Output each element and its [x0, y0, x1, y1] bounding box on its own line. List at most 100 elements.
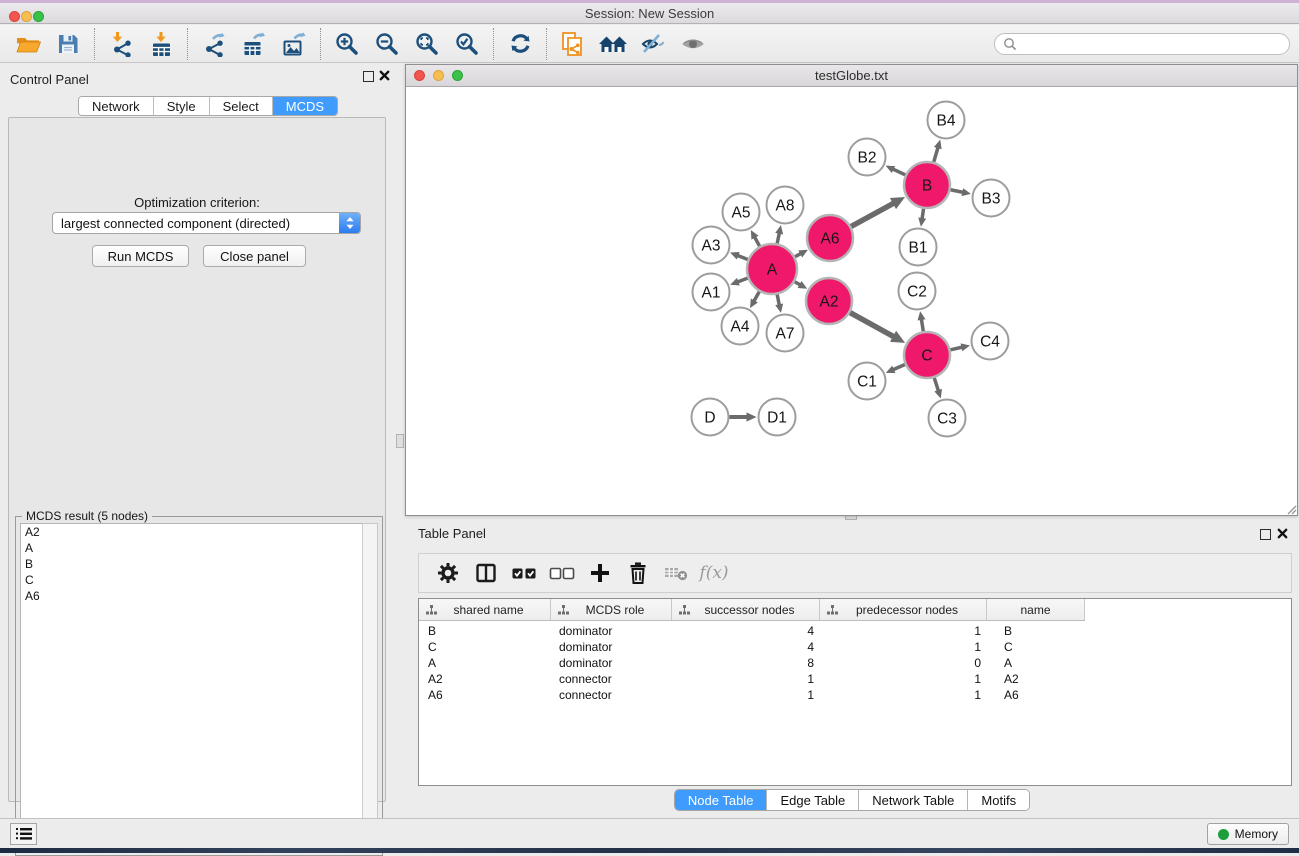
graph-node-A7[interactable]: A7	[767, 315, 804, 352]
memory-button[interactable]: Memory	[1207, 823, 1289, 845]
mcds-result-item[interactable]: A	[21, 540, 363, 556]
select-all-checkboxes-icon[interactable]	[505, 557, 543, 589]
tab-style[interactable]: Style	[154, 97, 210, 115]
table-cell[interactable]: A	[419, 655, 551, 671]
task-history-button[interactable]	[10, 823, 37, 845]
tab-network[interactable]: Network	[79, 97, 154, 115]
graph-edge-C-C1[interactable]	[886, 365, 905, 374]
graph-node-B3[interactable]: B3	[973, 180, 1010, 217]
close-panel-button[interactable]: Close panel	[203, 245, 306, 267]
table-cell[interactable]: 1	[672, 671, 820, 687]
graph-node-B4[interactable]: B4	[928, 102, 965, 139]
table-cell[interactable]: dominator	[551, 639, 672, 655]
vertical-splitter-handle[interactable]	[396, 434, 404, 448]
table-cell[interactable]: B	[419, 623, 551, 639]
table-row[interactable]: A2connector11A2	[419, 671, 1291, 687]
table-cell[interactable]: 4	[672, 623, 820, 639]
refresh-icon[interactable]	[500, 27, 540, 61]
mcds-result-item[interactable]: A2	[21, 524, 363, 540]
close-panel-icon[interactable]	[379, 70, 390, 81]
table-cell[interactable]: connector	[551, 687, 672, 703]
mcds-result-item[interactable]: B	[21, 556, 363, 572]
column-header-mcds-role[interactable]: MCDS role	[551, 599, 672, 620]
graph-node-D1[interactable]: D1	[759, 399, 796, 436]
table-cell[interactable]: 1	[820, 687, 987, 703]
graph-edge-B-B1[interactable]	[918, 209, 926, 227]
tab-network-table[interactable]: Network Table	[859, 790, 968, 810]
table-cell[interactable]: C	[987, 639, 1085, 655]
graph-node-D[interactable]: D	[692, 399, 729, 436]
mcds-result-item[interactable]: C	[21, 572, 363, 588]
table-cell[interactable]: A2	[419, 671, 551, 687]
table-cell[interactable]: 8	[672, 655, 820, 671]
open-file-icon[interactable]	[8, 27, 48, 61]
table-cell[interactable]: A2	[987, 671, 1085, 687]
table-cell[interactable]: A6	[419, 687, 551, 703]
table-row[interactable]: Bdominator41B	[419, 623, 1291, 639]
graph-edge-B-B2[interactable]	[886, 166, 906, 175]
graph-edge-B-B3[interactable]	[951, 188, 971, 196]
graph-edge-D-D1[interactable]	[730, 412, 757, 421]
graph-edge-A-A6[interactable]	[795, 250, 808, 258]
graph-node-A5[interactable]: A5	[723, 194, 760, 231]
graph-edge-A6-B[interactable]	[851, 197, 905, 227]
graph-node-A4[interactable]: A4	[722, 308, 759, 345]
table-row[interactable]: A6connector11A6	[419, 687, 1291, 703]
graph-edge-A-A1[interactable]	[730, 278, 747, 286]
table-cell[interactable]: 1	[820, 639, 987, 655]
settings-gear-icon[interactable]	[429, 557, 467, 589]
tab-edge-table[interactable]: Edge Table	[767, 790, 859, 810]
export-network-icon[interactable]	[194, 27, 234, 61]
graph-node-A3[interactable]: A3	[693, 227, 730, 264]
table-cell[interactable]: A6	[987, 687, 1085, 703]
table-float-panel-icon[interactable]	[1260, 529, 1271, 540]
graph-edge-A-A8[interactable]	[775, 225, 783, 243]
deselect-all-checkboxes-icon[interactable]	[543, 557, 581, 589]
graph-node-B2[interactable]: B2	[849, 139, 886, 176]
delete-column-icon[interactable]	[619, 557, 657, 589]
table-cell[interactable]: 1	[672, 687, 820, 703]
tab-mcds[interactable]: MCDS	[273, 97, 337, 115]
network-canvas[interactable]: B4B2BB3A5A8A6A3B1AA1C2A2A4A7C4CC1C3DD1	[406, 87, 1297, 515]
graph-edge-C-C3[interactable]	[934, 378, 942, 399]
graph-edge-C-C2[interactable]	[918, 311, 926, 331]
global-search-input[interactable]	[1017, 35, 1289, 53]
tab-select[interactable]: Select	[210, 97, 273, 115]
table-cell[interactable]: 1	[820, 671, 987, 687]
table-row[interactable]: Cdominator41C	[419, 639, 1291, 655]
tab-motifs[interactable]: Motifs	[968, 790, 1029, 810]
resize-grip-icon[interactable]	[1285, 503, 1297, 515]
table-cell[interactable]: 4	[672, 639, 820, 655]
destroy-network-icon[interactable]	[553, 27, 593, 61]
graph-edge-A-A4[interactable]	[750, 292, 759, 308]
show-all-icon[interactable]	[673, 27, 713, 61]
add-column-icon[interactable]	[581, 557, 619, 589]
graph-edge-C-C4[interactable]	[950, 343, 970, 351]
graph-edge-A-A5[interactable]	[751, 230, 760, 246]
column-header-successor-nodes[interactable]: successor nodes	[672, 599, 820, 620]
graph-node-A2[interactable]: A2	[806, 278, 852, 324]
graph-edge-A-A3[interactable]	[730, 252, 748, 260]
tab-node-table[interactable]: Node Table	[675, 790, 768, 810]
table-close-panel-icon[interactable]	[1277, 528, 1288, 539]
graph-node-C4[interactable]: C4	[972, 323, 1009, 360]
delete-table-icon[interactable]	[657, 557, 695, 589]
graph-edge-A-A7[interactable]	[775, 294, 783, 312]
graph-edge-A2-C[interactable]	[850, 313, 905, 343]
graph-node-A8[interactable]: A8	[767, 187, 804, 224]
graph-node-B[interactable]: B	[904, 162, 950, 208]
float-panel-icon[interactable]	[363, 71, 374, 82]
table-cell[interactable]: dominator	[551, 623, 672, 639]
graph-node-C3[interactable]: C3	[929, 400, 966, 437]
graph-edge-B-B4[interactable]	[934, 140, 942, 162]
zoom-fit-icon[interactable]	[407, 27, 447, 61]
zoom-out-icon[interactable]	[367, 27, 407, 61]
mcds-result-item[interactable]: A6	[21, 588, 363, 604]
graph-edge-A-A2[interactable]	[795, 281, 808, 289]
table-cell[interactable]: 1	[820, 623, 987, 639]
import-table-icon[interactable]	[141, 27, 181, 61]
graph-node-A1[interactable]: A1	[693, 274, 730, 311]
graph-node-C1[interactable]: C1	[849, 363, 886, 400]
column-header-name[interactable]: name	[987, 599, 1084, 620]
split-view-icon[interactable]	[467, 557, 505, 589]
